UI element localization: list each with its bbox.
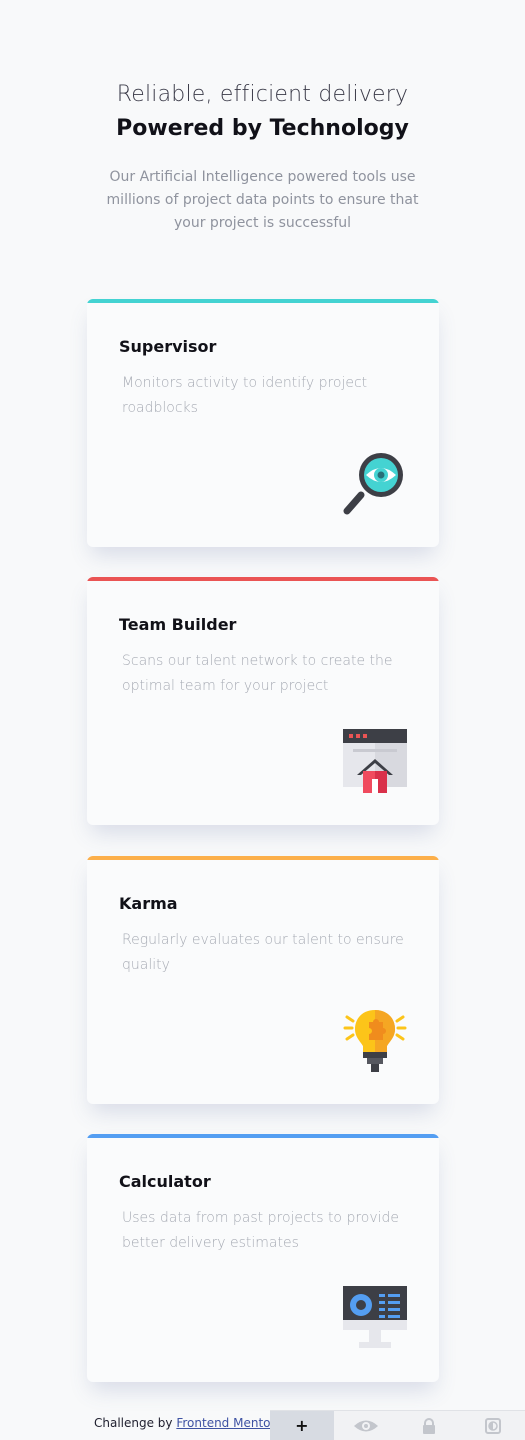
plus-button[interactable]: + [270, 1411, 334, 1440]
lightbulb-puzzle-icon [343, 1008, 407, 1072]
eye-button[interactable] [334, 1411, 398, 1440]
feature-card-karma: Karma Regularly evaluates our talent to … [87, 856, 439, 1104]
hero-subtitle: Reliable, efficient delivery [116, 82, 409, 107]
card-accent-bar [87, 299, 439, 303]
card-accent-bar [87, 856, 439, 860]
contrast-button[interactable] [461, 1411, 525, 1440]
frontend-mentor-link[interactable]: Frontend Mentor [176, 1416, 270, 1430]
attribution: Challenge by Frontend Mentor [94, 1416, 270, 1430]
feature-card-supervisor: Supervisor Monitors activity to identify… [87, 299, 439, 547]
contrast-icon [485, 1417, 502, 1434]
lock-icon [423, 1417, 436, 1434]
bottom-toolbar: + [270, 1410, 525, 1440]
card-title: Team Builder [119, 615, 237, 634]
footer: Challenge by Frontend Mentor + [0, 1410, 525, 1440]
hero-title: Powered by Technology [116, 116, 409, 141]
browser-house-icon [343, 729, 407, 793]
card-accent-bar [87, 577, 439, 581]
plus-icon: + [295, 1416, 309, 1435]
attribution-prefix: Challenge by [94, 1416, 177, 1430]
lock-button[interactable] [398, 1411, 462, 1440]
hero-description: Our Artificial Intelligence powered tool… [106, 169, 419, 231]
feature-card-calculator: Calculator Uses data from past projects … [87, 1134, 439, 1382]
eye-icon [353, 1420, 378, 1431]
card-title: Calculator [119, 1172, 211, 1191]
magnifier-eye-icon [343, 451, 407, 515]
feature-card-team-builder: Team Builder Scans our talent network to… [87, 577, 439, 825]
card-title: Supervisor [119, 337, 217, 356]
card-description: Uses data from past projects to provide … [122, 1210, 400, 1251]
card-description: Scans our talent network to create the o… [122, 653, 393, 694]
card-description: Monitors activity to identify project ro… [122, 375, 368, 416]
card-description: Regularly evaluates our talent to ensure… [122, 932, 404, 973]
card-title: Karma [119, 894, 178, 913]
card-accent-bar [87, 1134, 439, 1138]
monitor-chart-icon [343, 1286, 407, 1350]
